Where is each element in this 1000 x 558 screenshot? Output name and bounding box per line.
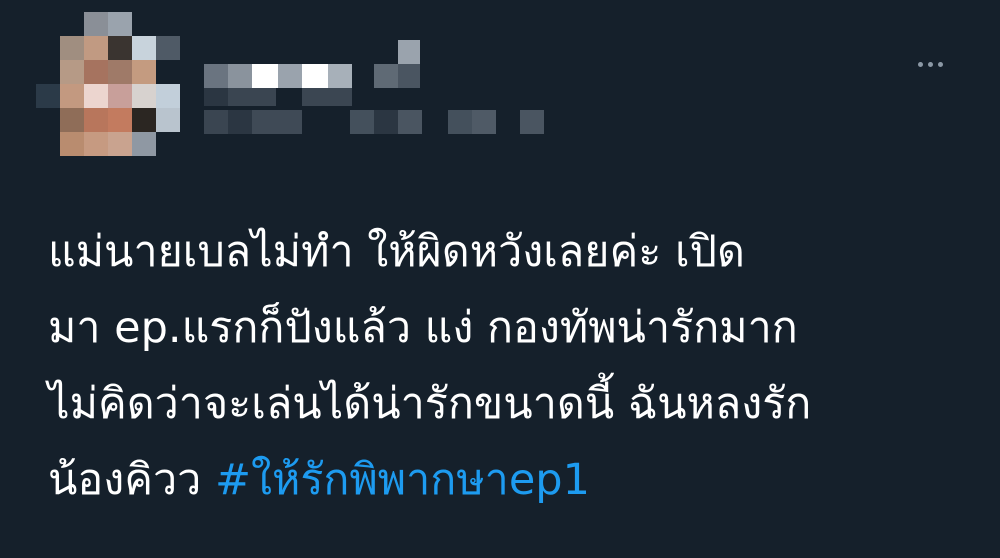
avatar-pixel bbox=[84, 36, 108, 60]
tweet-text-segment: น้องคิวว bbox=[48, 455, 215, 505]
redacted-pixel bbox=[350, 110, 374, 134]
tweet-text: แม่นายเบลไม่ทำ ให้ผิดหวังเลยค่ะ เปิด มา … bbox=[48, 214, 968, 518]
avatar-pixel bbox=[60, 60, 84, 84]
redacted-pixel bbox=[204, 88, 228, 106]
avatar-pixel bbox=[84, 84, 108, 108]
tweet-text-line: น้องคิวว #ให้รักพิพากษาep1 bbox=[48, 442, 968, 518]
redacted-pixel bbox=[228, 110, 252, 134]
avatar-pixel bbox=[132, 132, 156, 156]
avatar-pixel bbox=[132, 60, 156, 84]
avatar-pixel bbox=[108, 36, 132, 60]
avatar-pixel bbox=[60, 108, 84, 132]
avatar-pixel bbox=[156, 84, 180, 108]
redacted-pixel bbox=[520, 110, 544, 134]
redacted-pixel bbox=[204, 64, 228, 88]
tweet-text-line: มา ep.แรกก็ปังแล้ว แง่ กองทัพน่ารักมาก bbox=[48, 303, 798, 353]
redacted-pixel bbox=[204, 110, 228, 134]
redacted-pixel bbox=[374, 64, 398, 88]
avatar-pixel bbox=[60, 36, 84, 60]
redacted-pixel bbox=[228, 64, 252, 88]
redacted-pixel bbox=[302, 88, 352, 106]
avatar-pixel bbox=[108, 60, 132, 84]
avatar-pixel bbox=[84, 60, 108, 84]
avatar-pixel bbox=[108, 84, 132, 108]
redacted-pixel bbox=[398, 40, 420, 64]
redacted-pixel bbox=[328, 64, 352, 88]
redacted-pixel bbox=[448, 110, 472, 134]
avatar-pixel bbox=[36, 84, 60, 108]
tweet-card: แม่นายเบลไม่ทำ ให้ผิดหวังเลยค่ะ เปิด มา … bbox=[0, 0, 1000, 558]
redacted-pixel bbox=[278, 64, 302, 88]
avatar-pixel bbox=[132, 108, 156, 132]
hashtag-link[interactable]: #ให้รักพิพากษาep1 bbox=[215, 455, 590, 505]
redacted-pixel bbox=[252, 110, 302, 134]
tweet-text-line: แม่นายเบลไม่ทำ ให้ผิดหวังเลยค่ะ เปิด bbox=[48, 227, 745, 277]
avatar-pixel bbox=[156, 108, 180, 132]
redacted-pixel bbox=[398, 110, 422, 134]
avatar-pixel bbox=[108, 108, 132, 132]
avatar-pixel bbox=[132, 36, 156, 60]
more-horizontal-icon bbox=[937, 61, 943, 67]
avatar-pixel bbox=[60, 84, 84, 108]
avatar-pixel bbox=[156, 36, 180, 60]
avatar-pixel bbox=[108, 132, 132, 156]
redacted-pixel bbox=[472, 110, 496, 134]
redacted-pixel bbox=[374, 110, 398, 134]
tweet-text-line: ไม่คิดว่าจะเล่นได้น่ารักขนาดนี้ ฉันหลงรั… bbox=[48, 379, 812, 429]
avatar-pixel bbox=[84, 132, 108, 156]
avatar-pixel bbox=[84, 108, 108, 132]
avatar-pixel bbox=[60, 132, 84, 156]
avatar-pixel bbox=[84, 12, 108, 36]
redacted-pixel bbox=[302, 64, 328, 88]
avatar[interactable] bbox=[36, 12, 186, 162]
redacted-pixel bbox=[252, 64, 278, 88]
more-horizontal-icon bbox=[917, 61, 923, 67]
more-horizontal-icon bbox=[927, 61, 933, 67]
avatar-pixel bbox=[108, 12, 132, 36]
more-options-button[interactable] bbox=[910, 52, 950, 76]
avatar-pixel bbox=[132, 84, 156, 108]
redacted-pixel bbox=[228, 88, 276, 106]
redacted-pixel bbox=[398, 64, 420, 88]
